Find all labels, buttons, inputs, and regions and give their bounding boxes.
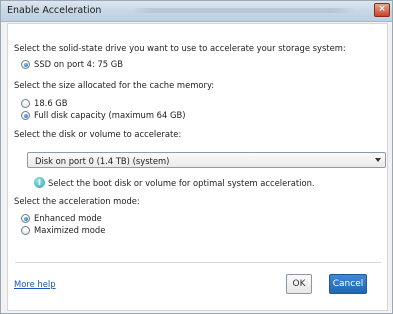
dialog-title: Enable Acceleration <box>7 5 102 16</box>
mode-prompt: Select the acceleration mode: <box>14 196 140 206</box>
size-18gb-label[interactable]: 18.6 GB <box>34 98 68 108</box>
dialog-window: Enable Acceleration × Select the solid-s… <box>0 0 393 314</box>
enhanced-mode-label[interactable]: Enhanced mode <box>34 213 102 223</box>
disk-hint: Select the boot disk or volume for optim… <box>48 178 315 188</box>
disk-prompt: Select the disk or volume to accelerate: <box>14 129 182 139</box>
drive-prompt: Select the solid-state drive you want to… <box>14 43 346 53</box>
info-icon: i <box>34 177 45 188</box>
size-full-label[interactable]: Full disk capacity (maximum 64 GB) <box>34 110 185 120</box>
title-bar[interactable]: Enable Acceleration × <box>1 1 392 22</box>
ok-button[interactable]: OK <box>286 274 312 294</box>
maximized-mode-label[interactable]: Maximized mode <box>34 225 105 235</box>
title-blurred-text <box>131 8 356 13</box>
close-button[interactable]: × <box>374 3 390 17</box>
disk-select[interactable]: Disk on port 0 (1.4 TB) (system) <box>27 152 386 168</box>
chevron-down-icon <box>375 158 381 162</box>
disk-select-value: Disk on port 0 (1.4 TB) (system) <box>35 156 170 166</box>
more-help-link[interactable]: More help <box>14 279 56 289</box>
maximized-mode-radio[interactable] <box>21 226 30 235</box>
cache-size-prompt: Select the size allocated for the cache … <box>14 80 215 90</box>
cancel-button[interactable]: Cancel <box>329 274 367 294</box>
footer-divider <box>15 262 381 263</box>
size-18gb-radio[interactable] <box>21 99 30 108</box>
enhanced-mode-radio[interactable] <box>21 214 30 223</box>
ssd-radio[interactable] <box>21 60 30 69</box>
ssd-option-label[interactable]: SSD on port 4: 75 GB <box>34 59 123 69</box>
size-full-radio[interactable] <box>21 111 30 120</box>
